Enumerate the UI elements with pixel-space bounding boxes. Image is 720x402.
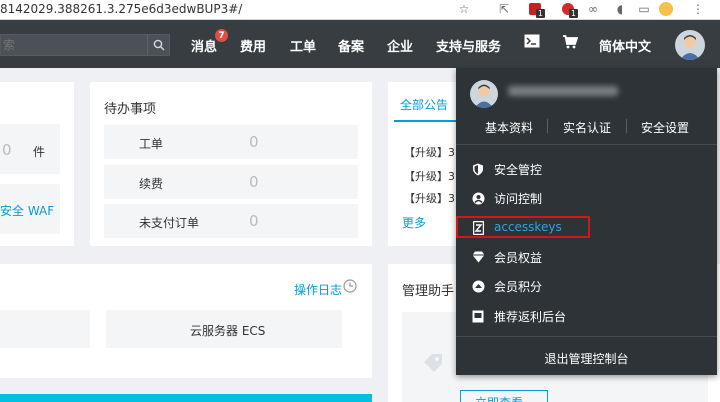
resource-count-cell: 0 件 — [0, 124, 60, 174]
service-cell-ecs[interactable]: 云服务器 ECS — [106, 310, 342, 348]
resource-summary-card: 0 件 安全 WAF — [0, 82, 74, 246]
announcement-item[interactable]: 【升级】3 — [404, 168, 455, 184]
nav-enterprise[interactable]: 企业 — [387, 36, 413, 55]
clock-icon[interactable] — [343, 279, 357, 296]
accesskeys-highlight-box — [456, 216, 590, 238]
ext-badge: 1 — [568, 9, 578, 18]
operation-log-link[interactable]: 操作日志 — [294, 281, 342, 298]
announcement-item[interactable]: 【升级】3 — [404, 144, 455, 160]
todo-row-value: 0 — [249, 212, 259, 230]
todo-row-label: 未支付订单 — [139, 216, 200, 230]
menu-item-member-benefits[interactable]: 会员权益 — [456, 244, 717, 270]
tab-all-announcements[interactable]: 全部公告 — [400, 96, 448, 113]
search-box — [0, 34, 170, 56]
red-extension-icon[interactable]: 1 — [560, 1, 578, 18]
announcement-item[interactable]: 【升级】3 — [404, 190, 455, 206]
menu-item-access-control[interactable]: 访问控制 — [456, 185, 717, 211]
user-circle-icon — [471, 191, 485, 205]
waf-cell: 安全 WAF — [0, 184, 60, 234]
basic-info-link[interactable]: 基本资料 — [485, 119, 533, 136]
user-email-blurred — [508, 86, 618, 96]
bookmark-star-icon[interactable]: ☆ — [456, 1, 472, 17]
todo-row-label: 工单 — [139, 137, 164, 151]
nav-support[interactable]: 支持与服务 — [436, 36, 501, 55]
points-icon — [471, 279, 485, 293]
menu-item-label: 安全管控 — [494, 163, 543, 177]
cursor-extension-icon[interactable]: ⇱ — [496, 1, 512, 17]
nav-messages[interactable]: 消息 — [191, 36, 217, 55]
todo-row-value: 0 — [249, 133, 259, 151]
waf-link[interactable]: 安全 WAF — [0, 202, 54, 219]
todo-row-value: 0 — [249, 173, 259, 191]
nav-billing[interactable]: 费用 — [240, 36, 266, 55]
logout-button[interactable]: 退出管理控制台 — [456, 350, 717, 367]
menu-item-label: 会员积分 — [494, 280, 543, 294]
real-name-auth-link[interactable]: 实名认证 — [563, 119, 611, 136]
nav-filing[interactable]: 备案 — [338, 36, 364, 55]
user-avatar[interactable] — [675, 30, 705, 60]
terminal-icon[interactable] — [524, 34, 540, 52]
link-extension-icon[interactable]: ∞ — [585, 1, 601, 17]
todo-title: 待办事项 — [104, 102, 157, 117]
todo-row[interactable]: 未支付订单 0 — [104, 204, 358, 238]
dropdown-avatar — [470, 80, 498, 108]
nav-language[interactable]: 简体中文 — [599, 36, 651, 55]
extension-icon[interactable]: ▭ — [636, 1, 652, 17]
todo-card: 待办事项 工单 0 续费 0 未支付订单 0 — [90, 82, 372, 246]
manager-helper-title: 管理助手 — [402, 284, 455, 299]
service-cell[interactable] — [0, 310, 90, 348]
separator — [626, 119, 627, 133]
todo-row[interactable]: 续费 0 — [104, 165, 358, 199]
url-text[interactable]: 8142029.388261.3.275e6d3edwBUP3#/ — [0, 2, 242, 16]
menu-item-security-control[interactable]: 安全管控 — [456, 156, 717, 182]
profile-icon[interactable] — [658, 1, 674, 17]
nav-tickets[interactable]: 工单 — [290, 36, 316, 55]
ecs-label: 云服务器 ECS — [190, 324, 266, 338]
dropdown-divider — [456, 144, 717, 145]
browser-url-bar[interactable]: 8142029.388261.3.275e6d3edwBUP3#/ ☆ ⇱ 1 … — [0, 0, 720, 20]
mouse-extension-icon[interactable]: ◖ — [612, 1, 628, 17]
menu-item-label: 会员权益 — [494, 251, 543, 265]
search-input[interactable] — [1, 35, 141, 55]
top-navigation: 消息 7 费用 工单 备案 企业 支持与服务 简体中文 — [0, 20, 720, 68]
operations-card: 操作日志 云服务器 ECS — [0, 264, 372, 378]
menu-item-referral-rebate[interactable]: 推荐返利后台 — [456, 303, 717, 329]
messages-count-badge: 7 — [215, 29, 228, 42]
banner-strip — [0, 394, 372, 402]
security-settings-link[interactable]: 安全设置 — [641, 119, 689, 136]
dropdown-divider — [456, 336, 717, 337]
todo-row[interactable]: 工单 0 — [104, 125, 358, 159]
gift-icon — [471, 309, 485, 323]
resource-count-unit: 件 — [33, 145, 46, 159]
todo-row-label: 续费 — [139, 177, 164, 191]
menu-item-label: 推荐返利后台 — [494, 310, 567, 324]
diamond-icon — [471, 250, 485, 264]
search-icon[interactable] — [147, 35, 169, 55]
cart-icon[interactable] — [562, 35, 579, 53]
more-announcements-link[interactable]: 更多 — [402, 214, 426, 231]
ext-badge: 1 — [535, 9, 545, 18]
view-now-label: 立即查看 — [475, 394, 523, 402]
separator — [547, 119, 548, 133]
shield-icon — [471, 162, 485, 176]
menu-item-label: 访问控制 — [494, 192, 543, 206]
tag-icon — [422, 352, 444, 377]
resource-count-value: 0 — [2, 141, 12, 159]
menu-item-member-points[interactable]: 会员积分 — [456, 273, 717, 299]
browser-menu-icon[interactable]: ⋮ — [690, 1, 706, 17]
adblock-extension-icon[interactable]: 1 — [527, 1, 545, 18]
view-now-button[interactable]: 立即查看 — [460, 390, 548, 402]
